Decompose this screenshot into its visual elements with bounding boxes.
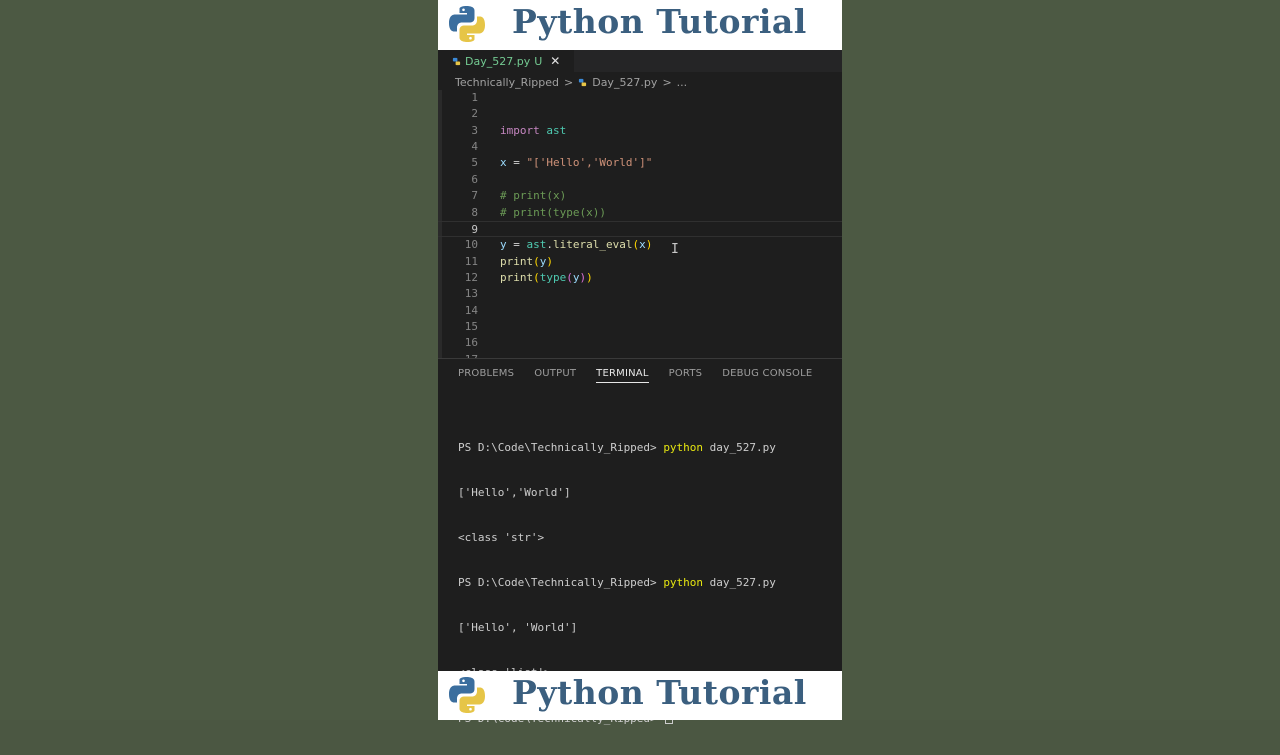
keyword: import bbox=[500, 124, 540, 137]
video-frame: Python Tutorial Day_527.py U ✕ Technical… bbox=[438, 0, 842, 725]
tab-day-527[interactable]: Day_527.py U ✕ bbox=[438, 50, 575, 72]
python-logo-icon bbox=[449, 6, 485, 42]
current-code-line: 9 bbox=[438, 221, 842, 237]
module-name: ast bbox=[546, 124, 567, 137]
panel-divider[interactable] bbox=[438, 358, 842, 359]
terminal-line: ['Hello', 'World'] bbox=[458, 621, 578, 634]
breadcrumb: Technically_Ripped > Day_527.py > ... bbox=[438, 72, 842, 92]
code-line: 3 import ast bbox=[471, 124, 567, 137]
breadcrumb-more[interactable]: ... bbox=[677, 76, 688, 89]
chevron-right-icon: > bbox=[662, 75, 672, 89]
breadcrumb-folder[interactable]: Technically_Ripped bbox=[455, 76, 559, 89]
code-line: 14 bbox=[464, 304, 478, 317]
panel-tabs: PROBLEMS OUTPUT TERMINAL PORTS DEBUG CON… bbox=[438, 364, 842, 386]
code-editor[interactable]: 1 2 3 import ast 4 5x = "['Hello','World'… bbox=[438, 90, 842, 358]
code-line: 1 bbox=[471, 91, 478, 104]
terminal-line: PS D:\Code\Technically_Ripped> python da… bbox=[458, 441, 776, 454]
banner-title: Python Tutorial bbox=[512, 2, 807, 41]
code-line: 16 bbox=[464, 336, 478, 349]
tab-output[interactable]: OUTPUT bbox=[534, 368, 576, 382]
code-line: 7 # print(x) bbox=[471, 189, 567, 202]
code-line: 11 print(y) bbox=[464, 255, 553, 268]
python-file-icon bbox=[452, 57, 461, 65]
terminal-line: ['Hello','World'] bbox=[458, 486, 571, 499]
tab-filename: Day_527.py bbox=[465, 54, 531, 68]
editor-tab-bar: Day_527.py U ✕ bbox=[438, 50, 842, 72]
tab-debug-console[interactable]: DEBUG CONSOLE bbox=[722, 368, 812, 382]
code-line: 10 y = ast.literal_eval(x) bbox=[464, 238, 653, 251]
top-banner: Python Tutorial bbox=[438, 0, 842, 50]
terminal-line: <class 'str'> bbox=[458, 531, 545, 544]
code-line: 12 print(type(y)) bbox=[464, 271, 593, 284]
code-line: 8 # print(type(x)) bbox=[471, 206, 606, 219]
code-line: 2 bbox=[471, 107, 478, 120]
banner-title: Python Tutorial bbox=[512, 673, 807, 712]
tab-ports[interactable]: PORTS bbox=[669, 368, 703, 382]
bottom-banner: Python Tutorial bbox=[438, 671, 842, 720]
text-cursor-icon: I bbox=[671, 242, 679, 257]
code-line: 5x = "['Hello','World']" bbox=[471, 156, 653, 169]
terminal-line: PS D:\Code\Technically_Ripped> python da… bbox=[458, 576, 776, 589]
python-file-icon bbox=[579, 78, 587, 86]
code-line: 13 bbox=[464, 287, 478, 300]
close-icon[interactable]: ✕ bbox=[550, 54, 560, 68]
breadcrumb-file[interactable]: Day_527.py bbox=[592, 76, 657, 89]
code-line: 15 bbox=[464, 320, 478, 333]
tab-terminal[interactable]: TERMINAL bbox=[596, 368, 649, 383]
code-line: 6 bbox=[471, 173, 478, 186]
background-left bbox=[0, 0, 438, 720]
chevron-right-icon: > bbox=[564, 75, 574, 89]
background-right bbox=[842, 0, 1280, 720]
tab-status: U bbox=[534, 54, 543, 68]
code-line: 4 bbox=[471, 140, 478, 153]
python-logo-icon bbox=[449, 677, 485, 713]
tab-problems[interactable]: PROBLEMS bbox=[458, 368, 514, 382]
